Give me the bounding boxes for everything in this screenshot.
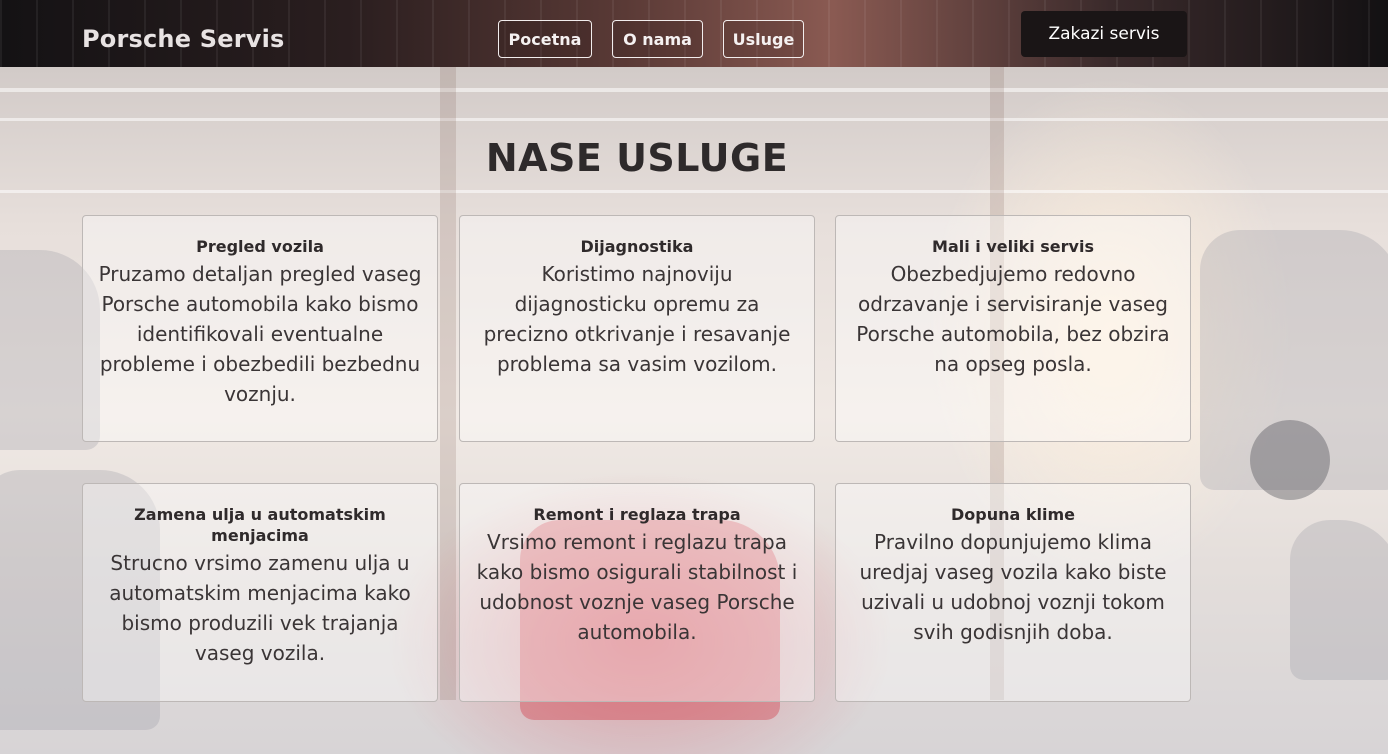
service-card: Zamena ulja u automatskim menjacima Stru… bbox=[82, 483, 438, 702]
service-card-text: Strucno vrsimo zamenu ulja u automatskim… bbox=[109, 551, 411, 665]
service-card-text: Pravilno dopunjujemo klima uredjaj vaseg… bbox=[859, 530, 1167, 644]
service-card-title: Zamena ulja u automatskim menjacima bbox=[134, 505, 386, 545]
service-card-title: Dopuna klime bbox=[950, 505, 1075, 524]
service-card: Pregled vozila Pruzamo detaljan pregled … bbox=[82, 215, 438, 442]
service-card-text: Pruzamo detaljan pregled vaseg Porsche a… bbox=[98, 262, 422, 406]
service-card-title: Dijagnostika bbox=[580, 237, 694, 256]
service-card: Dopuna klime Pravilno dopunjujemo klima … bbox=[835, 483, 1191, 702]
nav-link-pocetna[interactable]: Pocetna bbox=[498, 20, 592, 58]
site-logo[interactable]: Porsche Servis bbox=[82, 25, 285, 53]
service-card-text: Koristimo najnoviju dijagnosticku opremu… bbox=[483, 262, 791, 376]
nav-link-o-nama[interactable]: O nama bbox=[612, 20, 703, 58]
service-card: Mali i veliki servis Obezbedjujemo redov… bbox=[835, 215, 1191, 442]
service-card-title: Remont i reglaza trapa bbox=[533, 505, 741, 524]
service-card-text: Obezbedjujemo redovno odrzavanje i servi… bbox=[856, 262, 1170, 376]
service-card-title: Pregled vozila bbox=[196, 237, 324, 256]
service-card: Dijagnostika Koristimo najnoviju dijagno… bbox=[459, 215, 815, 442]
service-card-title: Mali i veliki servis bbox=[932, 237, 1094, 256]
service-card: Remont i reglaza trapa Vrsimo remont i r… bbox=[459, 483, 815, 702]
service-card-text: Vrsimo remont i reglazu trapa kako bismo… bbox=[476, 530, 798, 644]
page-title: NASE USLUGE bbox=[485, 136, 789, 180]
nav-link-usluge[interactable]: Usluge bbox=[723, 20, 804, 58]
book-service-button[interactable]: Zakazi servis bbox=[1021, 11, 1187, 57]
